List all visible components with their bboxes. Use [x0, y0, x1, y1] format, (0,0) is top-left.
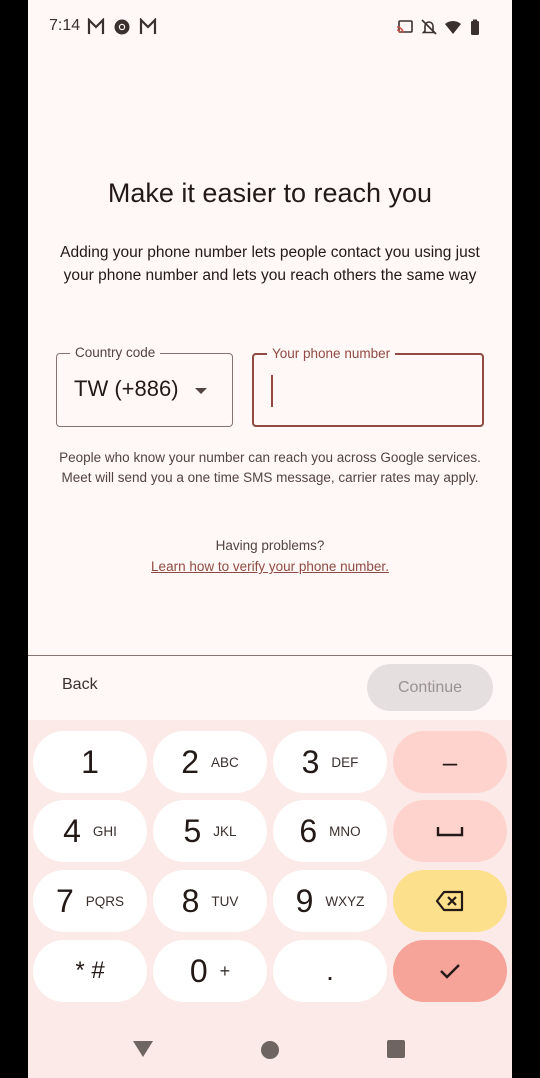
- minus-icon: –: [442, 746, 458, 777]
- key-letters: ABC: [211, 754, 239, 770]
- key-digit: * #: [75, 957, 105, 984]
- minus-key[interactable]: –: [393, 731, 507, 793]
- sms-note: People who know your number can reach yo…: [59, 450, 481, 485]
- country-code-label: Country code: [70, 344, 161, 362]
- key-9[interactable]: 9 WXYZ: [273, 870, 387, 932]
- phone-number-input[interactable]: Your phone number: [252, 345, 484, 427]
- key-8[interactable]: 8 TUV: [153, 870, 267, 932]
- space-key[interactable]: [393, 800, 507, 862]
- key-digit: 6: [299, 812, 318, 849]
- nav-home-icon[interactable]: [260, 1040, 280, 1060]
- key-digit: .: [326, 955, 334, 986]
- footer-divider: [28, 655, 512, 656]
- key-0[interactable]: 0 +: [153, 940, 267, 1002]
- navigation-bar: [28, 1020, 512, 1078]
- delete-key[interactable]: [393, 870, 507, 932]
- space-icon: [436, 827, 464, 837]
- key-period[interactable]: .: [273, 940, 387, 1002]
- confirm-key[interactable]: [393, 940, 507, 1002]
- chrome-icon: [114, 19, 130, 35]
- key-3[interactable]: 3 DEF: [273, 731, 387, 793]
- key-digit: 3: [301, 743, 320, 780]
- key-digit: 0: [189, 952, 208, 989]
- country-code-value: TW (+886): [74, 376, 179, 401]
- gmail-icon: [87, 18, 105, 34]
- key-letters: JKL: [213, 823, 237, 839]
- nav-back-icon[interactable]: [132, 1040, 154, 1058]
- checkmark-icon: [440, 964, 460, 979]
- key-letters: TUV: [211, 893, 239, 909]
- backspace-icon: [435, 890, 464, 912]
- country-code-dropdown[interactable]: Country code TW (+886): [56, 344, 233, 427]
- nav-recents-icon[interactable]: [387, 1040, 405, 1058]
- key-star-hash[interactable]: * #: [33, 940, 147, 1002]
- notifications-off-icon: [421, 19, 437, 35]
- key-letters: DEF: [331, 754, 359, 770]
- key-1[interactable]: 1: [33, 731, 147, 793]
- key-letters: WXYZ: [325, 893, 365, 909]
- learn-verify-link[interactable]: Learn how to verify your phone number.: [28, 559, 512, 574]
- key-digit: 2: [181, 743, 200, 780]
- phone-number-label: Your phone number: [267, 345, 396, 363]
- dropdown-arrow-icon: [195, 388, 207, 394]
- cast-icon: [396, 20, 413, 34]
- key-digit: 5: [183, 812, 202, 849]
- key-letters: MNO: [329, 823, 361, 839]
- status-bar: 7:14: [28, 0, 512, 52]
- key-digit: 4: [63, 812, 81, 849]
- key-6[interactable]: 6 MNO: [273, 800, 387, 862]
- key-digit: 8: [181, 882, 200, 919]
- wifi-icon: [445, 20, 461, 34]
- continue-button[interactable]: Continue: [367, 664, 493, 711]
- key-7[interactable]: 7 PQRS: [33, 870, 147, 932]
- page-title: Make it easier to reach you: [107, 178, 433, 208]
- phone-screen: 7:14 Make it easier to reach you Adding …: [28, 0, 512, 1078]
- key-letters: GHI: [92, 823, 117, 839]
- back-button[interactable]: Back: [62, 676, 98, 694]
- status-time: 7:14: [49, 17, 81, 34]
- key-2[interactable]: 2 ABC: [153, 731, 267, 793]
- key-4[interactable]: 4 GHI: [33, 800, 147, 862]
- page-description: Adding your phone number lets people con…: [60, 244, 480, 284]
- key-letters: PQRS: [85, 893, 125, 909]
- battery-icon: [471, 19, 479, 35]
- key-digit: 7: [55, 882, 74, 919]
- key-digit: 1: [81, 743, 99, 780]
- key-letters: +: [219, 960, 231, 981]
- problems-text: Having problems?: [215, 538, 325, 553]
- gmail-icon: [139, 18, 157, 34]
- key-digit: 9: [295, 882, 314, 919]
- key-5[interactable]: 5 JKL: [153, 800, 267, 862]
- text-cursor: [271, 375, 273, 407]
